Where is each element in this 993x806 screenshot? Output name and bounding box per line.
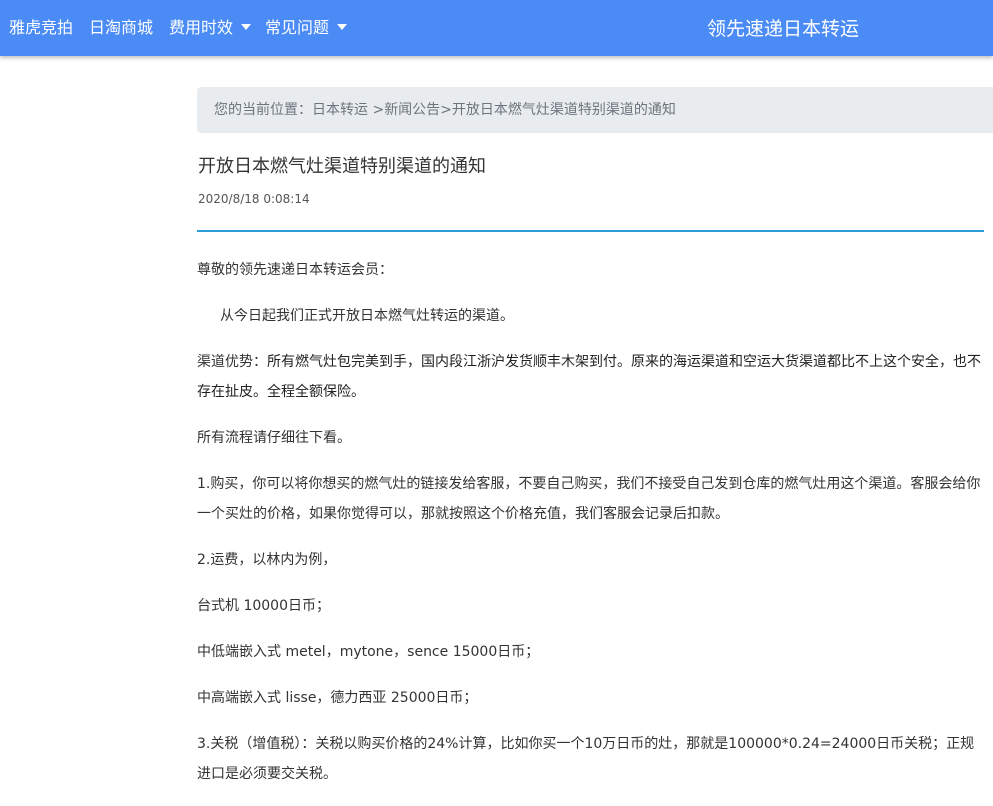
nav-item-japan-mall[interactable]: 日淘商城: [89, 17, 153, 39]
nav-item-label: 常见问题: [265, 18, 330, 37]
advantage-text: 所有燃气灶包完美到手，国内段江浙沪发货顺丰木架到付。原来的海运渠道和空运大货渠道…: [197, 354, 981, 400]
article-date: 2020/8/18 0:08:14: [198, 192, 310, 206]
advantage-label: 渠道优势：: [197, 354, 267, 370]
breadcrumb-home-link[interactable]: 日本转运: [312, 102, 368, 118]
nav-item-label: 费用时效: [169, 18, 234, 37]
advantage-paragraph: 渠道优势：所有燃气灶包完美到手，国内段江浙沪发货顺丰木架到付。原来的海运渠道和空…: [197, 347, 987, 407]
caret-down-icon: [337, 24, 348, 30]
title-divider: [197, 230, 984, 232]
top-navbar: 雅虎竞拍 日淘商城 费用时效 常见问题 领先速递日本转运: [0, 0, 993, 56]
price-line: 中高端嵌入式 lisse，德力西亚 25000日币；: [197, 690, 478, 706]
greeting: 尊敬的领先速递日本转运会员：: [197, 262, 393, 278]
breadcrumb: 您的当前位置：日本转运 >新闻公告>开放日本燃气灶渠道特别渠道的通知: [197, 87, 993, 133]
flow-note: 所有流程请仔细往下看。: [197, 430, 351, 446]
breadcrumb-separator: >: [440, 102, 452, 118]
breadcrumb-prefix: 您的当前位置：: [214, 102, 312, 118]
step-purchase: 1.购买，你可以将你想买的燃气灶的链接发给客服，不要自己购买，我们不接受自己发到…: [197, 476, 981, 522]
article-title: 开放日本燃气灶渠道特别渠道的通知: [198, 156, 486, 177]
breadcrumb-separator: >: [368, 102, 385, 118]
price-line: 台式机 10000日币；: [197, 598, 330, 614]
nav-item-yahoo-auction[interactable]: 雅虎竞拍: [9, 17, 73, 39]
price-line: 中低端嵌入式 metel，mytone，sence 15000日币；: [197, 644, 540, 660]
article-body: 尊敬的领先速递日本转运会员： 从今日起我们正式开放日本燃气灶转运的渠道。 渠道优…: [197, 255, 987, 805]
intro-paragraph: 从今日起我们正式开放日本燃气灶转运的渠道。: [220, 308, 514, 324]
nav-item-faq-dropdown[interactable]: 常见问题: [265, 17, 348, 39]
nav-item-label: 雅虎竞拍: [9, 18, 74, 37]
breadcrumb-section-link[interactable]: 新闻公告: [384, 102, 440, 118]
breadcrumb-current: 开放日本燃气灶渠道特别渠道的通知: [451, 102, 676, 118]
step-tax: 3.关税（增值税）：关税以购买价格的24%计算，比如你买一个10万日币的灶，那就…: [197, 736, 975, 782]
brand-link[interactable]: 领先速递日本转运: [707, 16, 859, 42]
nav-item-fees-dropdown[interactable]: 费用时效: [169, 17, 252, 39]
step-shipping: 2.运费，以林内为例，: [197, 552, 337, 568]
caret-down-icon: [241, 24, 252, 30]
nav-item-label: 日淘商城: [89, 18, 154, 37]
